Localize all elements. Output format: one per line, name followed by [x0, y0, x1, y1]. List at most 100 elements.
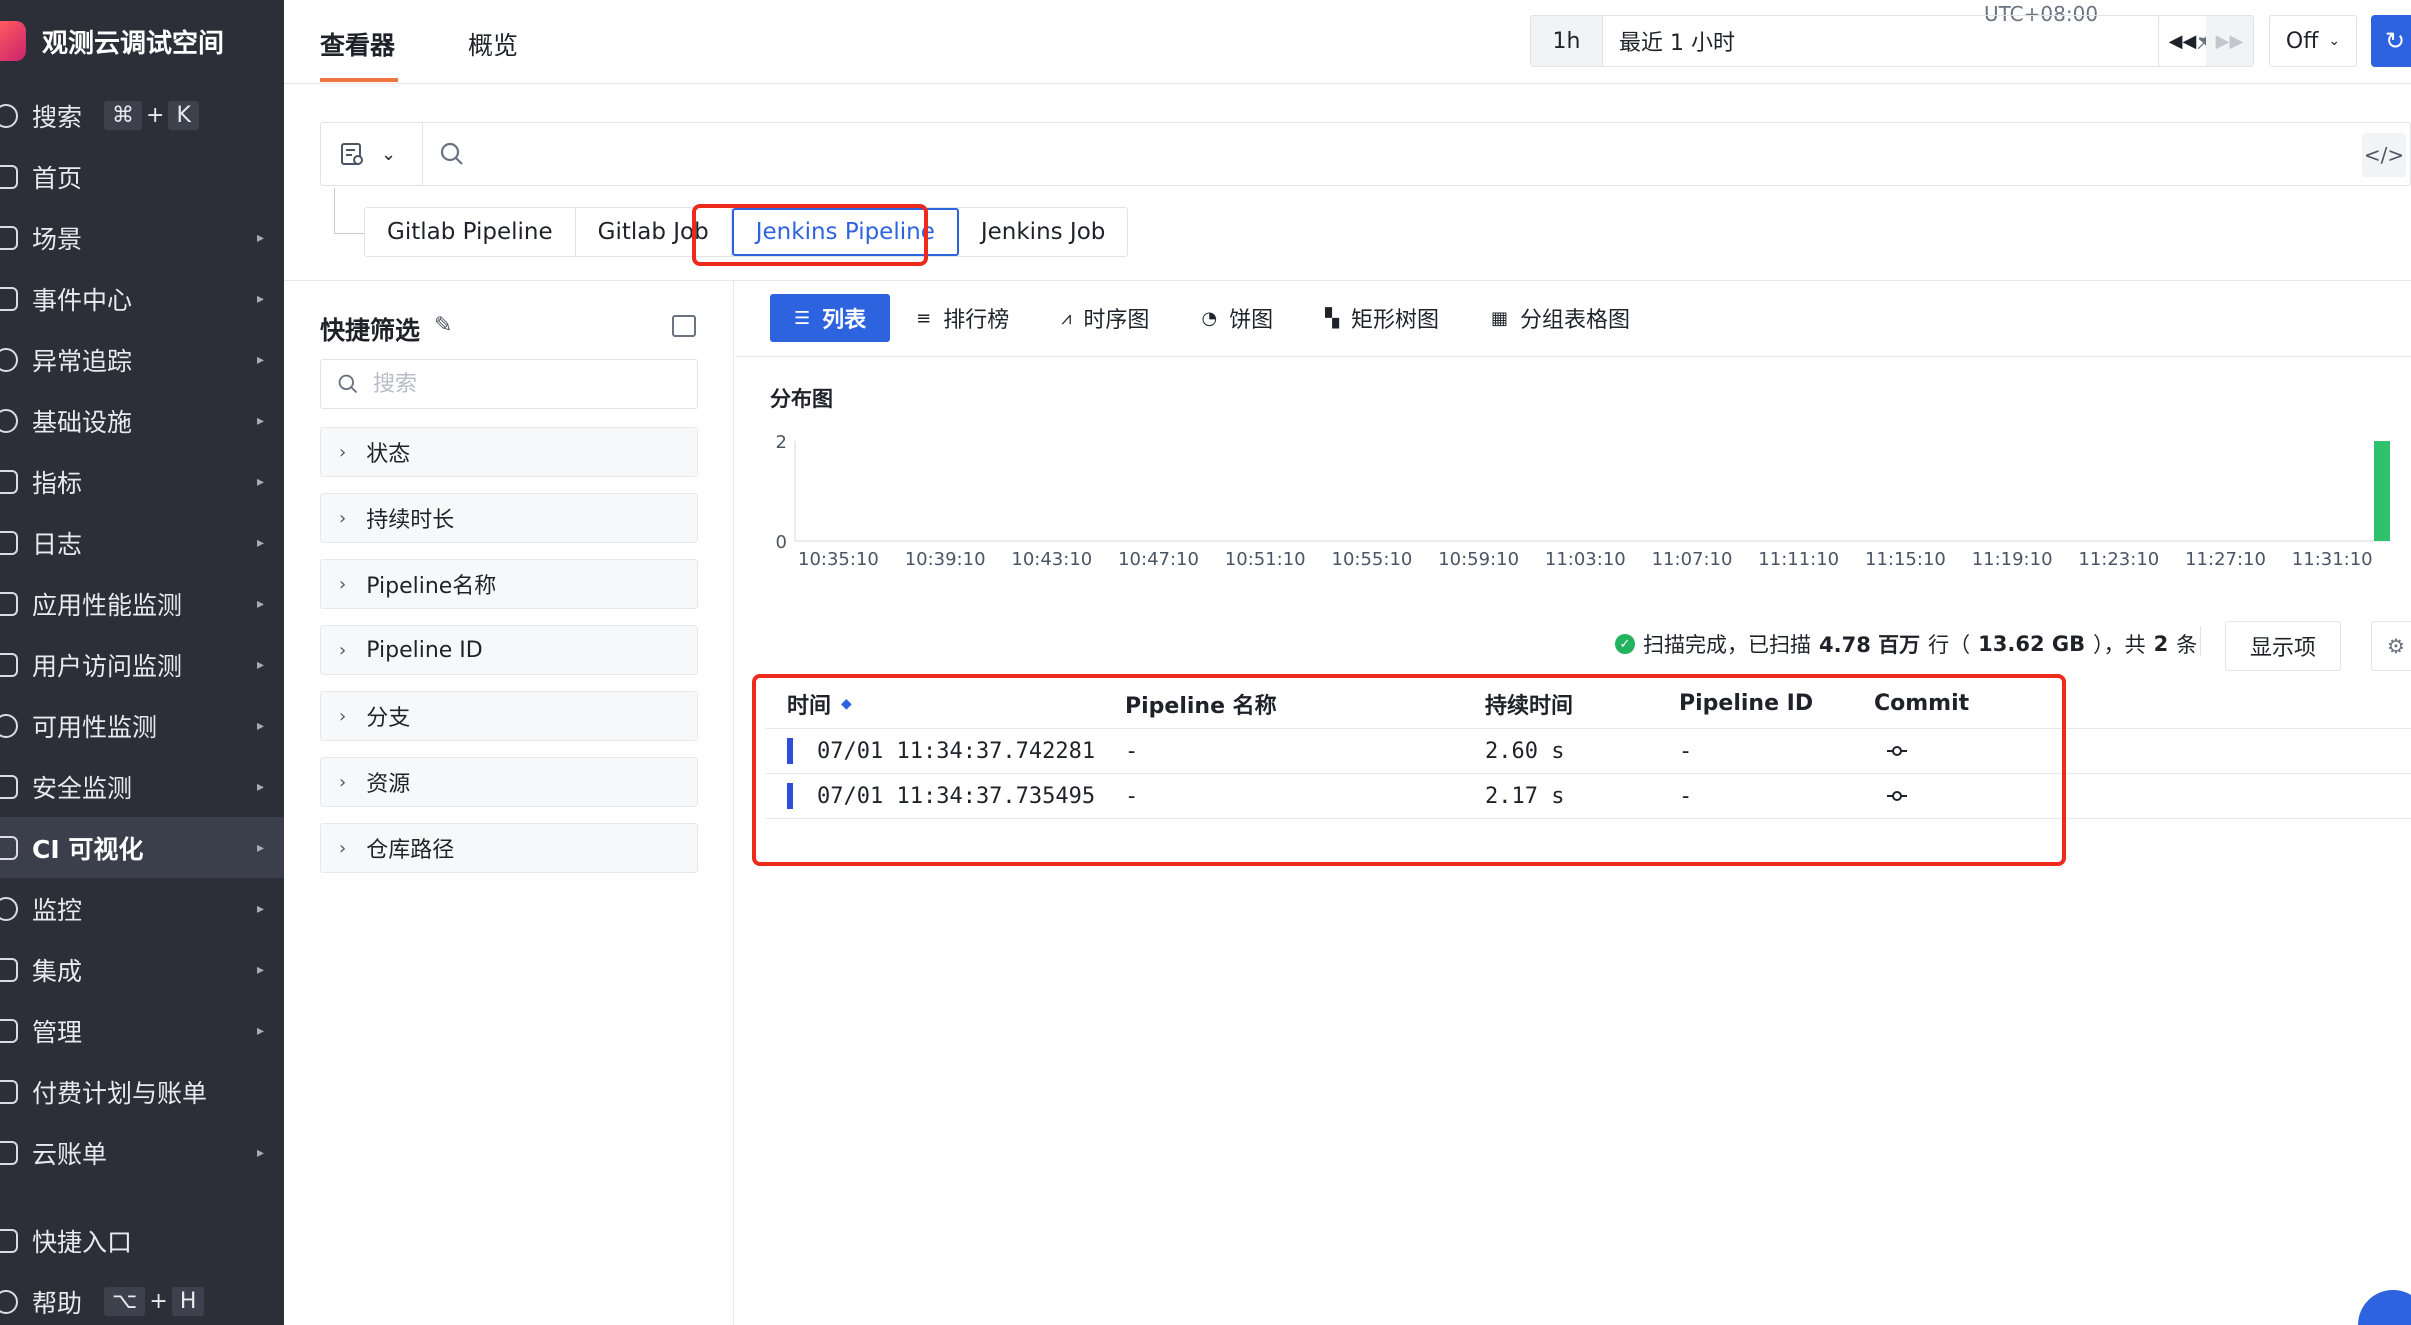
chevron-right-icon: ▸	[256, 229, 264, 246]
code-icon: </>	[2363, 143, 2405, 167]
quick-filter-search-input[interactable]	[373, 371, 673, 397]
calendar-icon	[0, 286, 18, 311]
divider	[2200, 626, 2201, 656]
chevron-right-icon: ▸	[256, 534, 264, 551]
sidebar: 观测云调试空间 搜索 ⌘ + K 首页 场景 ▸ 事件中心 ▸ 异常追踪 ▸ 基础设施…	[0, 0, 284, 1325]
chevron-right-icon: ▸	[256, 717, 264, 734]
sidebar-item-management[interactable]: 管理 ▸	[0, 1000, 284, 1061]
view-tab-treemap[interactable]: ▚ 矩形树图	[1299, 294, 1465, 342]
time-range-label: 最近 1 小时	[1619, 31, 1735, 56]
top-bar: 查看器 概览 UTC+08:00 1h 最近 1 小时 ◀◀ ▶▶ Off ⌄ ↻	[284, 0, 2411, 84]
refresh-button[interactable]: ↻	[2371, 15, 2411, 67]
code-mode-button[interactable]: </>	[2362, 133, 2406, 177]
sidebar-item-logs[interactable]: 日志 ▸	[0, 512, 284, 573]
facet-pipeline-id[interactable]: › Pipeline ID	[320, 625, 698, 675]
edit-icon[interactable]: ✎	[434, 313, 452, 338]
search-icon	[440, 142, 463, 165]
billing-icon	[0, 1079, 18, 1104]
y-tick-label: 0	[776, 532, 787, 553]
sidebar-item-apm[interactable]: 应用性能监测 ▸	[0, 573, 284, 634]
tab-overview[interactable]: 概览	[468, 26, 518, 62]
view-tab-toplist[interactable]: ≡ 排行榜	[890, 294, 1035, 342]
cube-icon	[0, 957, 18, 982]
x-tick-label: 10:59:10	[1438, 549, 1519, 570]
view-tab-list[interactable]: ☰ 列表	[770, 294, 891, 342]
workspace-name: 观测云调试空间	[42, 28, 225, 59]
sidebar-item-ci[interactable]: CI 可视化 ▸	[0, 817, 284, 878]
sidebar-item-metrics[interactable]: 指标 ▸	[0, 451, 284, 512]
tab-explorer[interactable]: 查看器	[320, 26, 395, 62]
sidebar-item-scenes[interactable]: 场景 ▸	[0, 207, 284, 268]
query-bar: ⌄ </>	[320, 122, 2411, 186]
divider	[735, 356, 2411, 357]
time-quick-select[interactable]: 1h	[1531, 16, 1603, 66]
chevron-down-icon: ⌄	[2328, 33, 2341, 49]
refresh-icon: ↻	[2385, 27, 2406, 55]
distribution-title: 分布图	[770, 387, 833, 411]
sidebar-item-security[interactable]: 安全监测 ▸	[0, 756, 284, 817]
view-tab-group-table[interactable]: ▦ 分组表格图	[1465, 294, 1656, 342]
view-tab-pie[interactable]: ◔ 饼图	[1175, 294, 1299, 342]
facet-repo-path[interactable]: › 仓库路径	[320, 823, 698, 873]
time-back-button[interactable]: ◀◀	[2159, 16, 2206, 66]
send-icon	[0, 1228, 18, 1253]
source-tab-gitlab-pipeline[interactable]: Gitlab Pipeline	[365, 208, 576, 256]
sidebar-item-infrastructure[interactable]: 基础设施 ▸	[0, 390, 284, 451]
sidebar-item-events[interactable]: 事件中心 ▸	[0, 268, 284, 329]
facet-resource[interactable]: › 资源	[320, 757, 698, 807]
auto-refresh-select[interactable]: Off ⌄	[2269, 15, 2357, 67]
facet-pipeline-name[interactable]: › Pipeline名称	[320, 559, 698, 609]
list-icon: ☰	[794, 307, 811, 329]
facet-branch[interactable]: › 分支	[320, 691, 698, 741]
quick-filter-panel: 快捷筛选 ✎ ›状态 ›持续时长 ›Pipeline名称 ›Pipeline I…	[284, 281, 734, 1325]
view-tab-timeseries[interactable]: ⩘ 时序图	[1035, 294, 1175, 342]
x-tick-label: 11:07:10	[1652, 549, 1733, 570]
sidebar-item-issues[interactable]: 异常追踪 ▸	[0, 329, 284, 390]
collapse-panel-icon[interactable]	[672, 315, 696, 337]
facet-list: › 状态 › 持续时长 › Pipeline名称 › Pipeline ID › 分支 ›…	[320, 427, 698, 889]
sidebar-bottom: 快捷入口 帮助 ⌥ + H	[0, 1210, 284, 1325]
x-tick-label: 10:51:10	[1225, 549, 1306, 570]
x-tick-label: 11:31:10	[2292, 549, 2373, 570]
tree-line	[334, 233, 364, 234]
sidebar-item-home[interactable]: 首页	[0, 146, 284, 207]
sidebar-item-monitor[interactable]: 监控 ▸	[0, 878, 284, 939]
sidebar-item-search[interactable]: 搜索 ⌘ + K	[0, 85, 284, 146]
sidebar-item-cloud-bill[interactable]: 云账单 ▸	[0, 1122, 284, 1183]
chevron-right-icon: ▸	[256, 839, 264, 856]
time-forward-button[interactable]: ▶▶	[2206, 16, 2253, 66]
facet-status[interactable]: › 状态	[320, 427, 698, 477]
sidebar-item-billing[interactable]: 付费计划与账单	[0, 1061, 284, 1122]
chart-icon	[0, 469, 18, 494]
help-shortcut: ⌥ + H	[104, 1287, 205, 1316]
chevron-right-icon: ▸	[256, 595, 264, 612]
gear-icon[interactable]: ⚙	[2371, 621, 2411, 671]
workspace-logo	[0, 21, 26, 61]
workspace-switcher[interactable]: 观测云调试空间	[0, 18, 224, 64]
time-range-picker[interactable]: 1h 最近 1 小时	[1530, 15, 2232, 67]
table-icon: ▦	[1491, 307, 1509, 329]
chevron-right-icon: ▸	[256, 1144, 264, 1161]
facet-duration[interactable]: › 持续时长	[320, 493, 698, 543]
sidebar-item-integrations[interactable]: 集成 ▸	[0, 939, 284, 1000]
help-icon	[0, 1289, 18, 1314]
sidebar-item-help[interactable]: 帮助 ⌥ + H	[0, 1271, 284, 1325]
x-tick-label: 11:03:10	[1545, 549, 1626, 570]
monitor-icon	[0, 896, 18, 921]
sidebar-item-rum[interactable]: 用户访问监测 ▸	[0, 634, 284, 695]
display-columns-button[interactable]: 显示项	[2225, 621, 2341, 671]
chevron-right-icon: ›	[339, 507, 347, 529]
distribution-chart: 2 0 10:35:10 10:39:10 10:43:10 10:47:10 10:51:…	[776, 432, 2390, 570]
sidebar-item-shortcuts[interactable]: 快捷入口	[0, 1210, 284, 1271]
search-icon	[0, 103, 18, 128]
chevron-right-icon: ▸	[256, 778, 264, 795]
chevron-right-icon: ▸	[256, 473, 264, 490]
x-tick-label: 11:15:10	[1865, 549, 1946, 570]
sidebar-item-label: 搜索	[32, 102, 83, 132]
source-tab-jenkins-job[interactable]: Jenkins Job	[959, 208, 1128, 256]
sidebar-item-synthetics[interactable]: 可用性监测 ▸	[0, 695, 284, 756]
query-input[interactable]	[481, 137, 2341, 171]
settings-sliders-icon	[0, 1018, 18, 1043]
data-source-select[interactable]: ⌄	[321, 123, 423, 185]
chevron-right-icon: ▸	[256, 1022, 264, 1039]
